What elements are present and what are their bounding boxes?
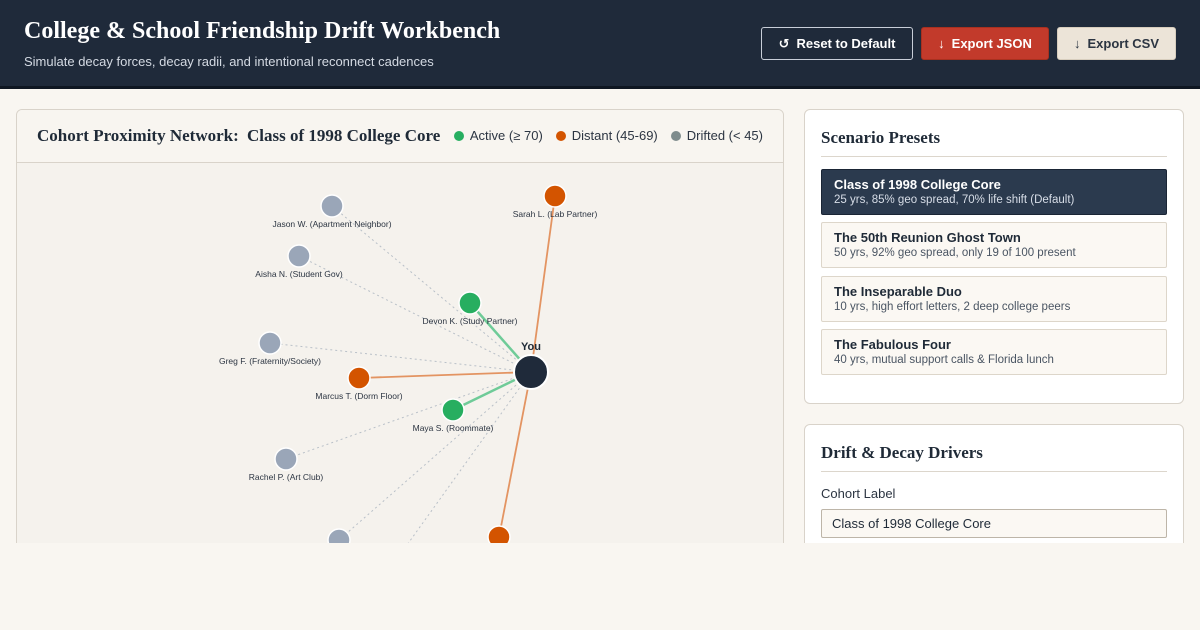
legend-label-drifted: Drifted (< 45) xyxy=(686,128,763,143)
friend-node-label: Rachel P. (Art Club) xyxy=(249,472,324,482)
preset-name: The 50th Reunion Ghost Town xyxy=(834,230,1021,245)
connection-edge xyxy=(358,371,532,379)
preset-inseparable-duo[interactable]: The Inseparable Duo 10 yrs, high effort … xyxy=(821,276,1167,322)
preset-description: 50 yrs, 92% geo spread, only 19 of 100 p… xyxy=(834,247,1076,259)
preset-fabulous-four[interactable]: The Fabulous Four 40 yrs, mutual support… xyxy=(821,329,1167,375)
network-cohort-name: Class of 1998 College Core xyxy=(247,126,441,145)
app-subtitle: Simulate decay forces, decay radii, and … xyxy=(24,54,434,69)
friend-node-label: Aisha N. (Student Gov) xyxy=(255,269,343,279)
divider xyxy=(821,471,1167,472)
legend-item-distant: Distant (45-69) xyxy=(555,128,658,143)
friend-node-circle[interactable] xyxy=(258,331,282,355)
preset-name: The Inseparable Duo xyxy=(834,284,962,299)
friend-node-circle[interactable] xyxy=(458,291,482,315)
friend-node-circle[interactable] xyxy=(320,194,344,218)
export-json-label: Export JSON xyxy=(951,36,1032,51)
legend-label-active: Active (≥ 70) xyxy=(469,128,543,143)
reset-icon: ↺ xyxy=(778,36,790,51)
friend-node-label: Jason W. (Apartment Neighbor) xyxy=(272,219,391,229)
cohort-network-panel: Cohort Proximity Network: Class of 1998 … xyxy=(16,109,784,569)
scenario-presets-card: Scenario Presets Class of 1998 College C… xyxy=(804,109,1184,404)
preset-class-of-1998[interactable]: Class of 1998 College Core 25 yrs, 85% g… xyxy=(821,169,1167,215)
network-panel-header: Cohort Proximity Network: Class of 1998 … xyxy=(17,110,783,163)
app-title: College & School Friendship Drift Workbe… xyxy=(24,18,501,44)
network-title: Cohort Proximity Network: Class of 1998 … xyxy=(37,126,440,146)
preset-name: The Fabulous Four xyxy=(834,337,951,352)
you-node-circle[interactable] xyxy=(513,354,549,390)
preset-description: 25 yrs, 85% geo spread, 70% life shift (… xyxy=(834,194,1075,206)
export-csv-label: Export CSV xyxy=(1087,36,1159,51)
you-node-label: You xyxy=(521,341,541,353)
download-icon: ↓ xyxy=(938,36,945,51)
reset-to-default-button[interactable]: ↺ Reset to Default xyxy=(761,27,913,60)
preset-description: 10 yrs, high effort letters, 2 deep coll… xyxy=(834,301,1071,313)
legend-dot-drifted xyxy=(670,130,681,141)
connection-edge xyxy=(331,205,532,373)
network-title-prefix: Cohort Proximity Network: xyxy=(37,126,239,145)
cohort-label-label: Cohort Label xyxy=(821,486,896,501)
friend-node-label: Sarah L. (Lab Partner) xyxy=(513,209,598,219)
cohort-label-input[interactable] xyxy=(821,509,1167,538)
network-legend: Active (≥ 70) Distant (45-69) Drifted (<… xyxy=(453,128,763,143)
connection-edge xyxy=(285,371,532,460)
friend-node[interactable]: Devon K. (Study Partner) xyxy=(423,291,518,326)
scenario-presets-title: Scenario Presets xyxy=(821,128,941,147)
drift-decay-drivers-title: Drift & Decay Drivers xyxy=(821,443,983,462)
divider xyxy=(821,156,1167,157)
legend-item-drifted: Drifted (< 45) xyxy=(670,128,763,143)
you-node[interactable]: You xyxy=(513,341,549,390)
friend-node-circle[interactable] xyxy=(287,244,311,268)
legend-dot-active xyxy=(453,130,464,141)
friend-node-circle[interactable] xyxy=(543,184,567,208)
connection-edge xyxy=(498,371,532,538)
export-json-button[interactable]: ↓ Export JSON xyxy=(921,27,1049,60)
friend-node[interactable]: Jason W. (Apartment Neighbor) xyxy=(272,194,392,229)
friend-node[interactable]: Aisha N. (Student Gov) xyxy=(255,244,343,279)
friend-node-circle[interactable] xyxy=(441,398,465,422)
friend-node[interactable]: Marcus T. (Dorm Floor) xyxy=(315,366,403,401)
preset-description: 40 yrs, mutual support calls & Florida l… xyxy=(834,354,1054,366)
connection-edge xyxy=(406,371,532,546)
legend-item-active: Active (≥ 70) xyxy=(453,128,543,143)
page-bottom-area xyxy=(0,543,1200,630)
friend-node-label: Greg F. (Fraternity/Society) xyxy=(219,356,321,366)
friend-node-label: Maya S. (Roommate) xyxy=(413,423,494,433)
friend-node-label: Devon K. (Study Partner) xyxy=(423,316,518,326)
friend-node-label: Marcus T. (Dorm Floor) xyxy=(315,391,402,401)
preset-name: Class of 1998 College Core xyxy=(834,177,1001,192)
app-header: College & School Friendship Drift Workbe… xyxy=(0,0,1200,89)
friend-node-circle[interactable] xyxy=(347,366,371,390)
friend-node[interactable]: Rachel P. (Art Club) xyxy=(249,447,324,482)
proximity-network-graph[interactable]: Jason W. (Apartment Neighbor) Sarah L. (L… xyxy=(17,163,784,569)
download-icon: ↓ xyxy=(1073,36,1081,51)
export-csv-button[interactable]: ↓ Export CSV xyxy=(1057,27,1176,60)
reset-button-label: Reset to Default xyxy=(796,36,896,51)
legend-dot-distant xyxy=(555,130,566,141)
legend-label-distant: Distant (45-69) xyxy=(571,128,658,143)
friend-node[interactable]: Sarah L. (Lab Partner) xyxy=(513,184,598,219)
friend-node[interactable]: Greg F. (Fraternity/Society) xyxy=(219,331,321,366)
preset-50th-reunion[interactable]: The 50th Reunion Ghost Town 50 yrs, 92% … xyxy=(821,222,1167,268)
friend-node-circle[interactable] xyxy=(274,447,298,471)
